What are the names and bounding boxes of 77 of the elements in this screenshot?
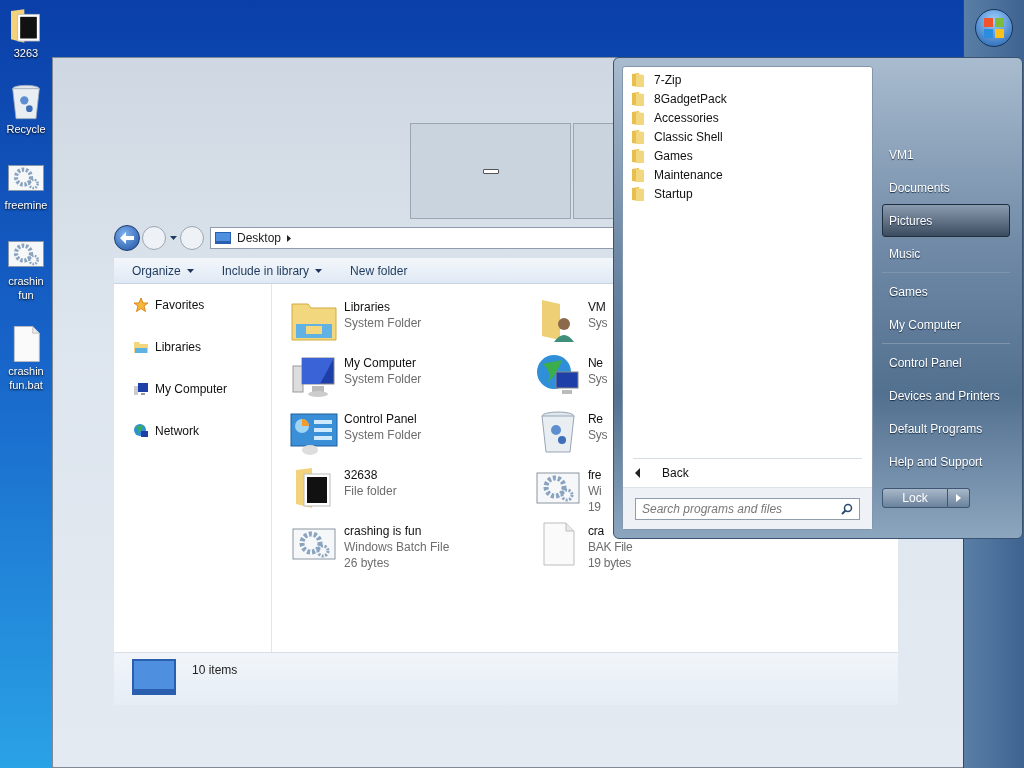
program-folder-item[interactable]: Startup [631,184,872,203]
desktop-icon-label[interactable]: fun.bat [9,378,43,392]
file-name[interactable]: VM [588,299,608,315]
chevron-icon [287,234,292,242]
program-folder-item[interactable]: 7-Zip [631,70,872,89]
folder-icon [631,147,645,164]
search-icon [841,502,853,515]
toolbar-button[interactable]: New folder [350,261,408,280]
address-text[interactable]: Desktop [237,229,282,247]
file-name[interactable]: fre [588,467,602,483]
start-menu-link[interactable]: Help and Support [882,445,1010,478]
file-detail: Sys [588,427,608,443]
start-menu-link[interactable]: Games [882,275,1010,308]
thumbnail-preview[interactable] [410,123,571,219]
minimized-window-icon [482,168,499,174]
file-detail: BAK File [588,539,633,555]
back-arrow-icon [120,232,134,244]
toolbar-button[interactable]: Organize [132,261,194,280]
file-detail: 19 bytes [588,555,632,571]
computer-icon [133,381,149,397]
program-folder-item[interactable]: Classic Shell [631,127,872,146]
file-detail: 19 [588,499,602,515]
lock-options-button[interactable] [948,488,970,508]
network-icon [133,423,149,439]
program-folder-item[interactable]: 8GadgetPack [631,89,872,108]
file-detail: 26 bytes [344,555,391,571]
nav-item[interactable]: Network [133,422,271,440]
desktop-icon-label[interactable]: freemine [4,198,48,212]
file-detail: System Folder [344,427,422,443]
desktop-icon [215,232,231,244]
file-detail: File folder [344,483,397,499]
file-name[interactable]: Re [588,411,608,427]
desktop-icon-label[interactable]: crashin [8,274,44,288]
caret-icon [169,236,177,240]
file-detail: Sys [588,315,608,331]
file-name[interactable]: 32638 [344,467,397,483]
back-menu-item[interactable]: Back [623,459,872,487]
nav-item[interactable]: Favorites [133,296,271,314]
file-name[interactable]: crashing is fun [344,523,450,539]
star-icon [133,297,149,313]
right-triangle-icon [956,494,961,502]
desktop-icon-label[interactable]: fun [18,288,34,302]
file-detail: Wi [588,483,602,499]
program-folder-item[interactable]: Games [631,146,872,165]
folder-icon [631,128,645,145]
desktop-icon-label[interactable]: Recycle [6,122,46,136]
desktop-icon-label[interactable]: crashin [8,364,44,378]
libraries-icon [133,339,149,355]
file-detail: System Folder [344,371,422,387]
file-name[interactable]: Libraries [344,299,422,315]
folder-icon [631,185,645,202]
folder-icon [631,71,645,88]
desktop-icon [132,659,176,695]
program-folder-item[interactable]: Accessories [631,108,872,127]
file-name[interactable]: Ne [588,355,608,371]
toolbar-button[interactable]: Include in library [221,261,323,280]
folder-icon [631,109,645,126]
search-field[interactable]: Search programs and files [635,497,860,520]
nav-item[interactable]: Libraries [133,338,271,356]
file-detail: System Folder [344,315,422,331]
start-menu-link[interactable]: Devices and Printers [882,379,1010,412]
file-name[interactable]: My Computer [344,355,422,371]
nav-item[interactable]: My Computer [133,380,271,398]
file-name[interactable]: Control Panel [344,411,422,427]
start-menu-link[interactable]: My Computer [882,308,1010,341]
start-menu-link[interactable]: Control Panel [882,346,1010,379]
left-triangle-icon [635,468,640,478]
folder-icon [631,166,645,183]
windows-logo-icon [983,17,1005,39]
folder-icon [631,90,645,107]
program-folder-item[interactable]: Maintenance [631,165,872,184]
start-menu-link[interactable]: Pictures [882,204,1010,237]
desktop-icon-label[interactable]: 3263 [13,46,39,60]
file-detail: Windows Batch File [344,539,450,555]
item-count: 10 items [192,662,238,679]
file-detail: Sys [588,371,608,387]
start-menu-link[interactable]: Default Programs [882,412,1010,445]
